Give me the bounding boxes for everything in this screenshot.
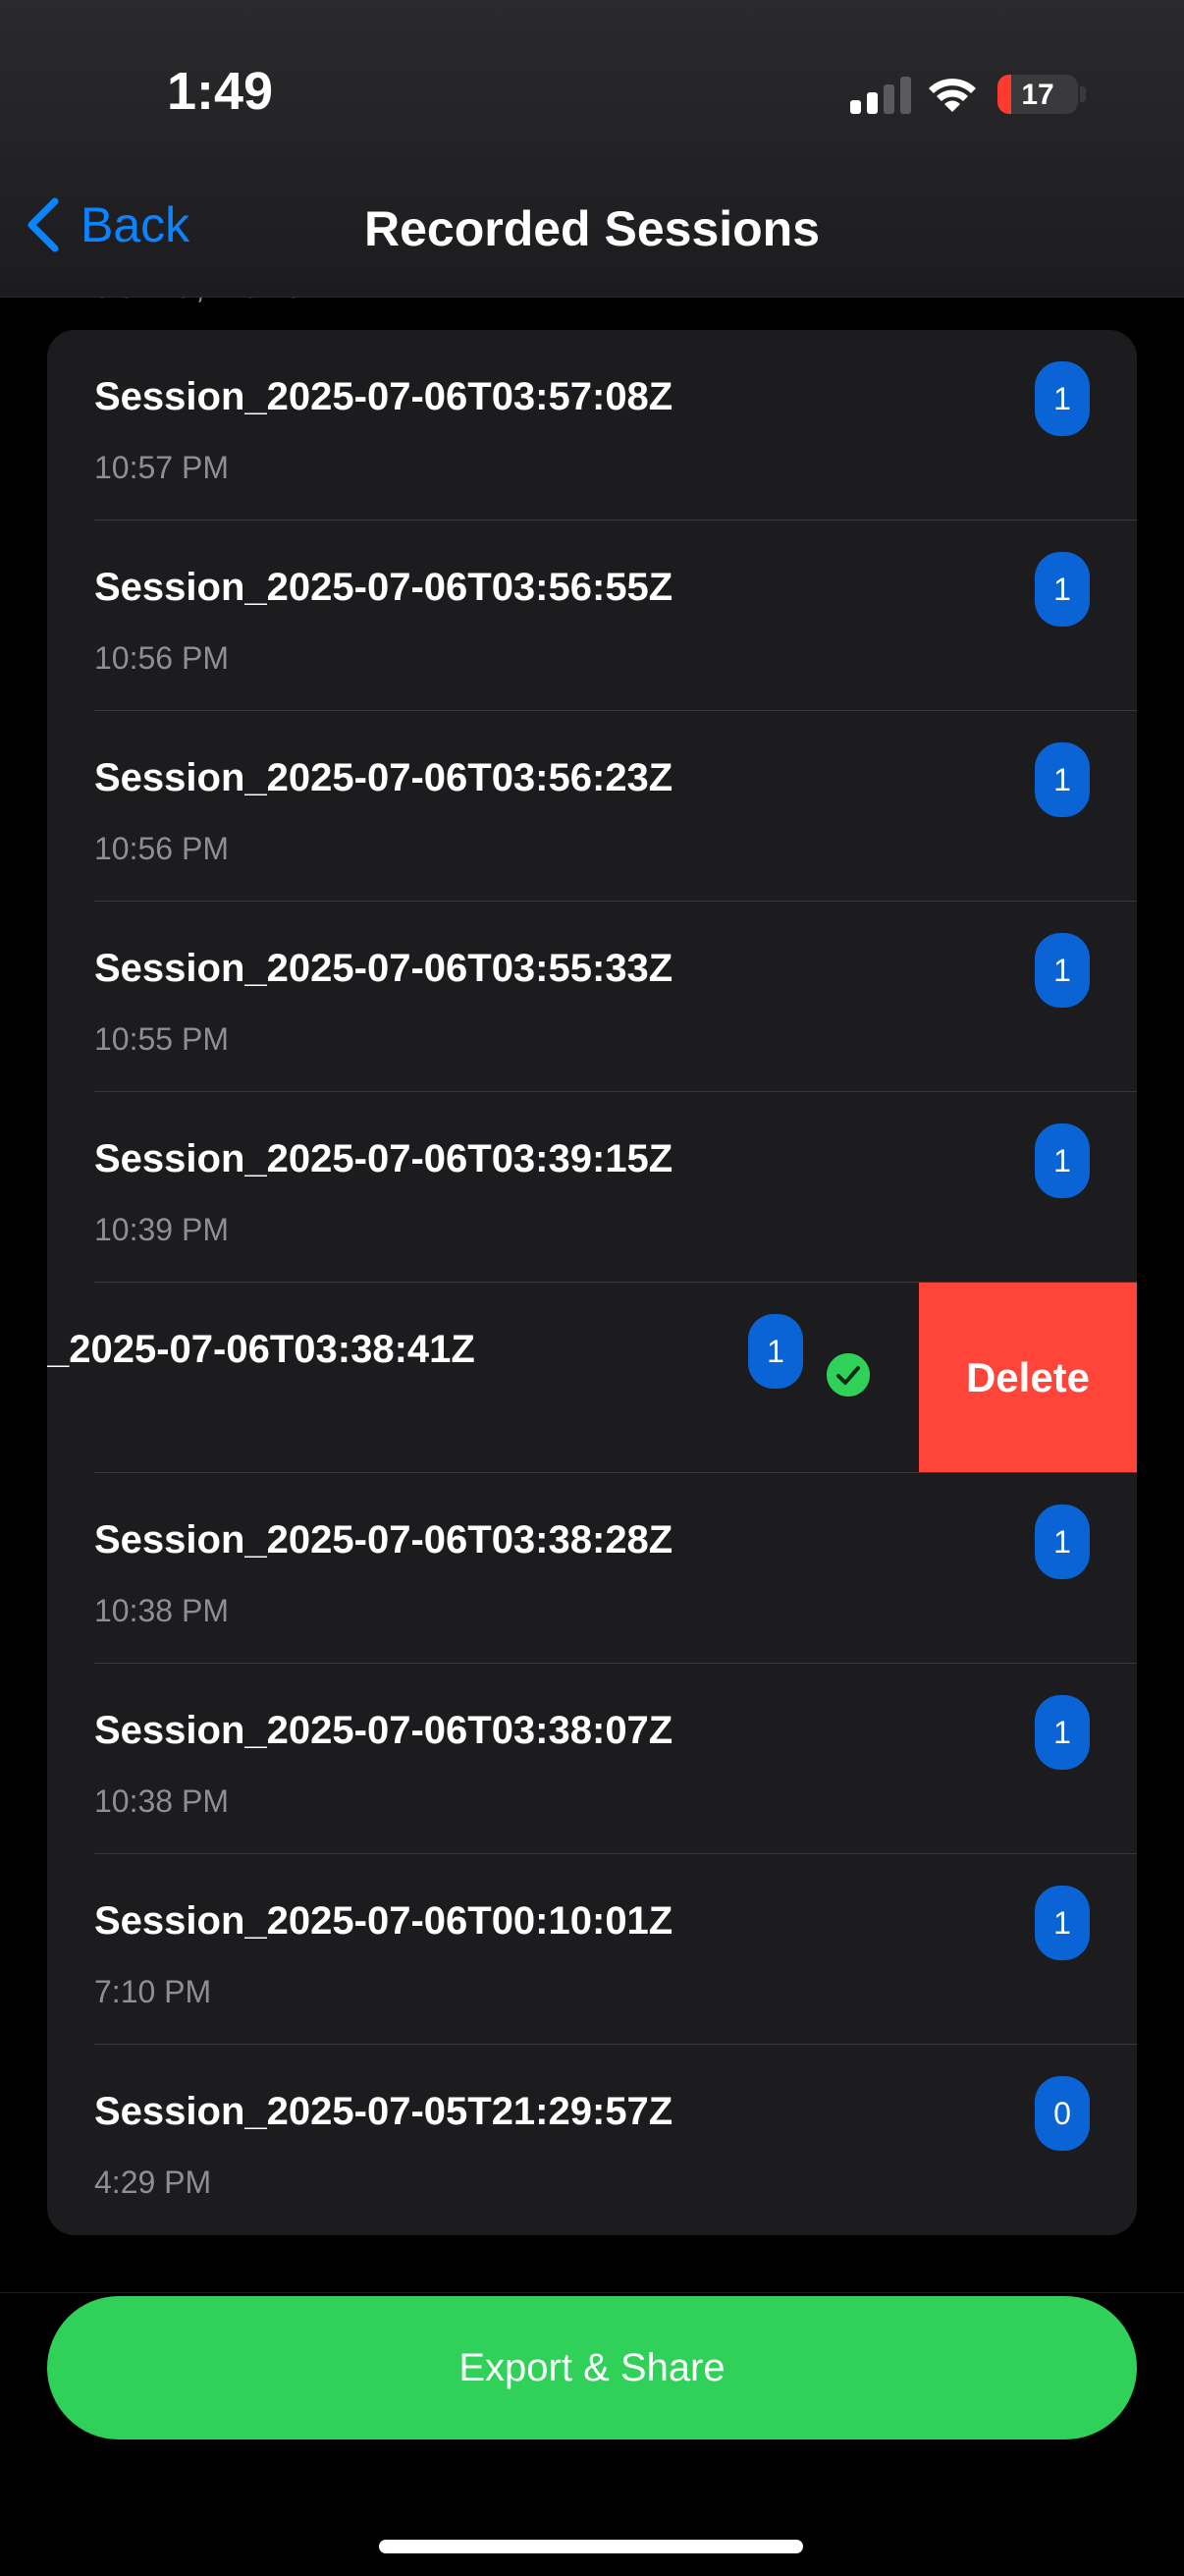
session-title: Session_2025-07-06T03:38:28Z — [94, 1518, 673, 1562]
session-title: Session_2025-07-06T03:55:33Z — [94, 947, 673, 990]
export-share-button[interactable]: Export & Share — [47, 2296, 1137, 2439]
wifi-icon — [929, 79, 976, 112]
battery-tip — [1080, 86, 1086, 102]
delete-button[interactable]: Delete — [919, 1283, 1137, 1473]
session-time: 7:10 PM — [94, 1974, 212, 2009]
session-count-badge: 1 — [748, 1314, 803, 1389]
session-count-badge: 1 — [1035, 552, 1090, 627]
session-title: Session_2025-07-05T21:29:57Z — [94, 2090, 673, 2133]
session-count-badge: 0 — [1035, 2076, 1090, 2151]
session-row[interactable]: Session_2025-07-06T03:56:23Z 10:56 PM 1 — [47, 711, 1137, 902]
session-time: 10:38 PM — [94, 1783, 229, 1819]
status-time: 1:49 — [167, 62, 274, 121]
session-time: 10:39 PM — [94, 1212, 229, 1247]
session-time: 10:56 PM — [94, 640, 229, 676]
session-count-badge: 1 — [1035, 1886, 1090, 1960]
session-row[interactable]: Session_2025-07-06T03:38:28Z 10:38 PM 1 — [47, 1473, 1137, 1664]
session-time: 10:56 PM — [94, 831, 229, 866]
session-title: Session_2025-07-06T03:38:07Z — [94, 1709, 673, 1752]
home-indicator — [379, 2540, 803, 2553]
session-row[interactable]: Session_2025-07-05T21:29:57Z 4:29 PM 0 — [47, 2045, 1137, 2235]
session-count-badge: 1 — [1035, 742, 1090, 817]
session-row[interactable]: Session_2025-07-06T03:39:15Z 10:39 PM 1 — [47, 1092, 1137, 1283]
session-count-badge: 1 — [1035, 361, 1090, 436]
cellular-signal-icon — [850, 77, 911, 114]
session-time: 4:29 PM — [94, 2165, 212, 2200]
session-title: Session_2025-07-06T03:56:55Z — [94, 566, 673, 609]
session-title: Session_2025-07-06T00:10:01Z — [94, 1899, 673, 1943]
checkmark-circle-icon — [827, 1353, 870, 1397]
session-time: 10:38 PM — [94, 1593, 229, 1628]
session-count-badge: 1 — [1035, 1124, 1090, 1198]
session-title: Session_2025-07-06T03:56:23Z — [94, 756, 673, 799]
navigation-bar: 1:49 17 Back Recorded Sessions — [0, 0, 1184, 298]
session-title: _2025-07-06T03:38:41Z — [47, 1328, 475, 1371]
session-time: 10:55 PM — [94, 1021, 229, 1057]
session-row[interactable]: Session_2025-07-06T03:55:33Z 10:55 PM 1 — [47, 902, 1137, 1092]
battery-icon: 17 — [997, 75, 1078, 114]
session-count-badge: 1 — [1035, 1505, 1090, 1579]
session-time: 10:57 PM — [94, 450, 229, 485]
session-row[interactable]: Session_2025-07-06T03:38:07Z 10:38 PM 1 — [47, 1664, 1137, 1854]
session-title: Session_2025-07-06T03:57:08Z — [94, 375, 673, 418]
session-count-badge: 1 — [1035, 933, 1090, 1008]
session-row[interactable]: Session_2025-07-06T03:56:55Z 10:56 PM 1 — [47, 521, 1137, 711]
session-row[interactable]: Session_2025-07-06T03:57:08Z 10:57 PM 1 — [47, 330, 1137, 521]
session-title: Session_2025-07-06T03:39:15Z — [94, 1137, 673, 1180]
session-row-swiped[interactable]: _2025-07-06T03:38:41Z 1 Delete — [47, 1283, 1137, 1473]
session-row[interactable]: Session_2025-07-06T00:10:01Z 7:10 PM 1 — [47, 1854, 1137, 2045]
page-title: Recorded Sessions — [363, 201, 821, 256]
sessions-list: Session_2025-07-06T03:57:08Z 10:57 PM 1 … — [47, 330, 1137, 2235]
session-count-badge: 1 — [1035, 1695, 1090, 1770]
battery-percent: 17 — [1021, 79, 1054, 111]
